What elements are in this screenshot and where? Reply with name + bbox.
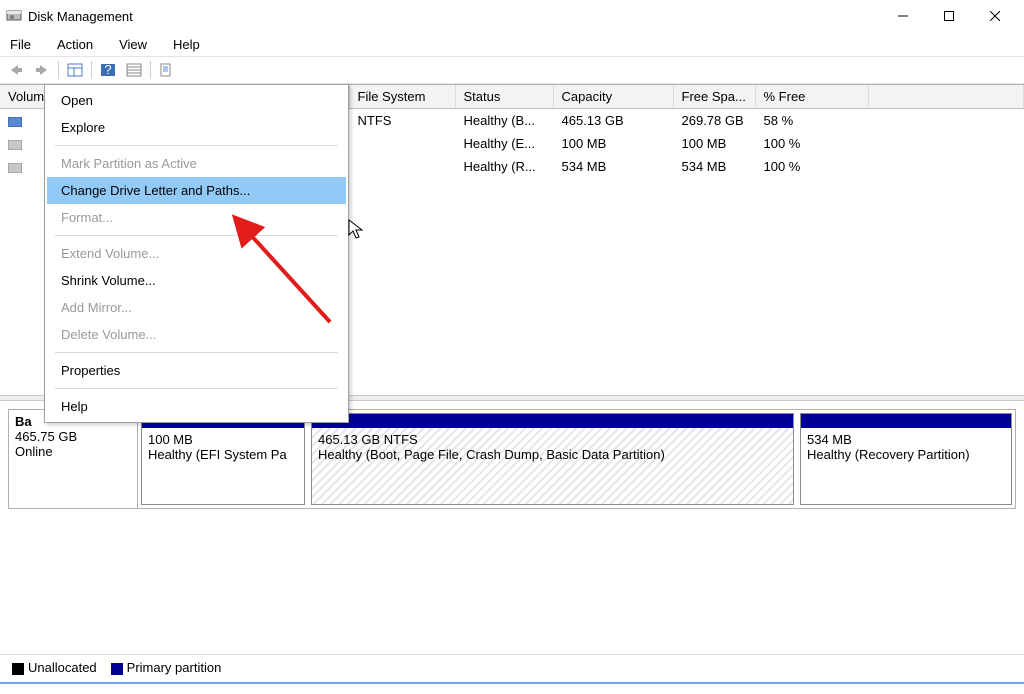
properties-icon[interactable] — [155, 59, 179, 81]
col-freespace[interactable]: Free Spa... — [673, 85, 755, 109]
back-button[interactable] — [4, 59, 28, 81]
ctx-delete-volume: Delete Volume... — [47, 321, 346, 348]
help-icon[interactable]: ? — [96, 59, 120, 81]
context-menu: Open Explore Mark Partition as Active Ch… — [44, 84, 349, 423]
volume-icon — [8, 163, 22, 173]
partition-status: Healthy (EFI System Pa — [148, 447, 298, 462]
menu-view[interactable]: View — [115, 35, 151, 54]
menu-action[interactable]: Action — [53, 35, 97, 54]
minimize-button[interactable] — [880, 0, 926, 32]
ctx-change-drive-letter[interactable]: Change Drive Letter and Paths... — [47, 177, 346, 204]
close-button[interactable] — [972, 0, 1018, 32]
ctx-shrink-volume[interactable]: Shrink Volume... — [47, 267, 346, 294]
maximize-button[interactable] — [926, 0, 972, 32]
ctx-add-mirror: Add Mirror... — [47, 294, 346, 321]
col-filesystem[interactable]: File System — [349, 85, 455, 109]
window-title: Disk Management — [28, 9, 133, 24]
partition[interactable]: 100 MB Healthy (EFI System Pa — [141, 413, 305, 505]
ctx-explore[interactable]: Explore — [47, 114, 346, 141]
menu-help[interactable]: Help — [169, 35, 204, 54]
partition[interactable]: 465.13 GB NTFS Healthy (Boot, Page File,… — [311, 413, 794, 505]
svg-text:?: ? — [104, 63, 111, 77]
partition-status: Healthy (Recovery Partition) — [807, 447, 1005, 462]
partition-size: 100 MB — [148, 432, 298, 447]
detail-view-icon[interactable] — [122, 59, 146, 81]
ctx-mark-active: Mark Partition as Active — [47, 150, 346, 177]
menu-file[interactable]: File — [6, 35, 35, 54]
col-status[interactable]: Status — [455, 85, 553, 109]
partition[interactable]: 534 MB Healthy (Recovery Partition) — [800, 413, 1012, 505]
toolbar: ? — [0, 56, 1024, 84]
disk-management-icon — [6, 8, 22, 24]
legend: Unallocated Primary partition — [0, 654, 1024, 680]
titlebar: Disk Management — [0, 0, 1024, 32]
volume-icon — [8, 117, 22, 127]
ctx-format: Format... — [47, 204, 346, 231]
ctx-help[interactable]: Help — [47, 393, 346, 420]
disk-status: Online — [15, 444, 131, 459]
col-capacity[interactable]: Capacity — [553, 85, 673, 109]
ctx-extend-volume: Extend Volume... — [47, 240, 346, 267]
window-border — [0, 682, 1024, 694]
menubar: File Action View Help — [0, 32, 1024, 56]
volume-icon — [8, 140, 22, 150]
col-pctfree[interactable]: % Free — [755, 85, 868, 109]
disk-capacity: 465.75 GB — [15, 429, 131, 444]
partition-status: Healthy (Boot, Page File, Crash Dump, Ba… — [318, 447, 787, 462]
legend-swatch-unallocated — [12, 663, 24, 675]
partition-size: 534 MB — [807, 432, 1005, 447]
legend-primary: Primary partition — [127, 660, 222, 675]
legend-swatch-primary — [111, 663, 123, 675]
col-spacer — [868, 85, 1024, 109]
partition-size: 465.13 GB NTFS — [318, 432, 787, 447]
refresh-icon[interactable] — [63, 59, 87, 81]
ctx-open[interactable]: Open — [47, 87, 346, 114]
disk-graphic: Ba 465.75 GB Online 100 MB Healthy (EFI … — [8, 409, 1016, 509]
partitions: 100 MB Healthy (EFI System Pa 465.13 GB … — [138, 410, 1015, 508]
disk-header[interactable]: Ba 465.75 GB Online — [9, 410, 138, 508]
ctx-properties[interactable]: Properties — [47, 357, 346, 384]
forward-button[interactable] — [30, 59, 54, 81]
legend-unallocated: Unallocated — [28, 660, 97, 675]
